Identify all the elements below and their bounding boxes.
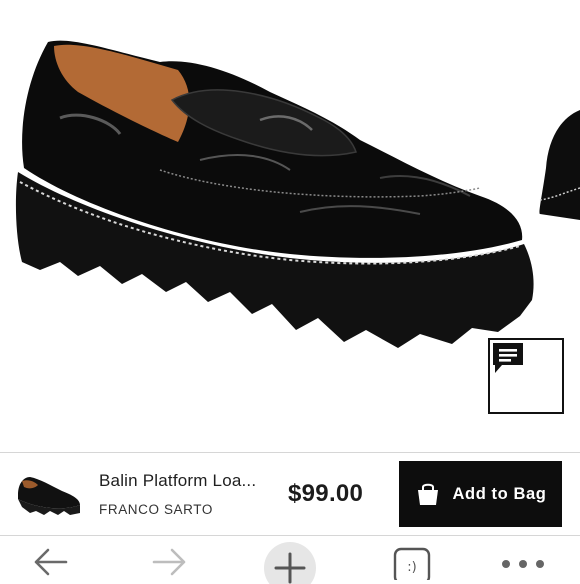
arrow-right-icon[interactable] (150, 544, 190, 580)
product-thumbnail[interactable] (14, 469, 84, 521)
plus-icon[interactable] (262, 540, 318, 584)
svg-text::): :) (407, 560, 416, 575)
browser-toolbar: :) (0, 536, 580, 584)
purchase-bar: Balin Platform Loa... FRANCO SARTO $99.0… (0, 452, 580, 536)
shopping-bag-icon (417, 483, 438, 505)
arrow-left-icon[interactable] (30, 544, 70, 580)
tab-switcher-icon[interactable]: :) (392, 546, 432, 580)
add-to-bag-button[interactable]: Add to Bag (399, 461, 562, 527)
product-brand: FRANCO SARTO (99, 502, 213, 517)
product-image[interactable] (0, 0, 580, 452)
product-title[interactable]: Balin Platform Loa... (99, 471, 256, 491)
product-price: $99.00 (288, 480, 364, 507)
chat-button[interactable] (488, 338, 564, 414)
more-horizontal-icon[interactable] (498, 554, 548, 570)
chat-bubble-icon (493, 343, 523, 373)
add-to-bag-label: Add to Bag (452, 484, 547, 503)
